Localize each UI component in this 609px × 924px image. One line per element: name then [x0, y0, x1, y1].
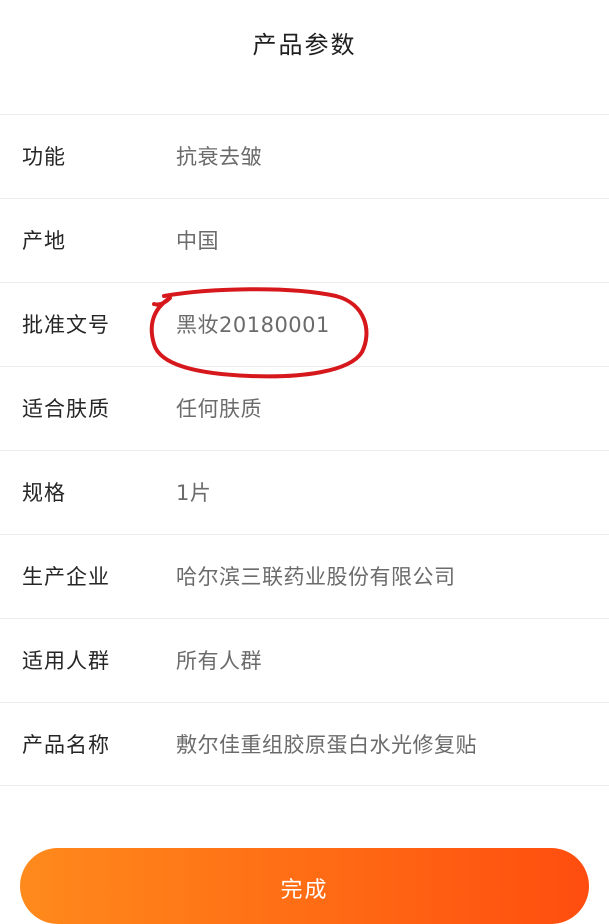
- param-row-product-name: 产品名称 敷尔佳重组胶原蛋白水光修复贴: [0, 702, 609, 786]
- param-value: 所有人群: [176, 649, 262, 673]
- param-label: 产品名称: [22, 733, 110, 757]
- param-label: 适用人群: [22, 649, 110, 673]
- product-params-sheet: 产品参数 功能 抗衰去皱 产地 中国 批准文号 黑妆20180001 适合肤质 …: [0, 0, 609, 924]
- param-value: 1片: [176, 481, 212, 505]
- param-label: 规格: [22, 481, 66, 505]
- param-row-approval-number: 批准文号 黑妆20180001: [0, 282, 609, 366]
- param-label: 产地: [22, 229, 66, 253]
- param-label: 生产企业: [22, 565, 110, 589]
- params-list: 功能 抗衰去皱 产地 中国 批准文号 黑妆20180001 适合肤质 任何肤质 …: [0, 114, 609, 786]
- param-row-origin: 产地 中国: [0, 198, 609, 282]
- sheet-header: 产品参数: [0, 0, 609, 84]
- param-row-manufacturer: 生产企业 哈尔滨三联药业股份有限公司: [0, 534, 609, 618]
- param-value: 敷尔佳重组胶原蛋白水光修复贴: [176, 733, 477, 757]
- param-row-skin-type: 适合肤质 任何肤质: [0, 366, 609, 450]
- param-value: 哈尔滨三联药业股份有限公司: [176, 565, 456, 589]
- param-value: 抗衰去皱: [176, 145, 262, 169]
- param-value: 中国: [176, 229, 219, 253]
- page-title: 产品参数: [252, 30, 357, 59]
- done-button[interactable]: 完成: [20, 848, 589, 924]
- param-value: 黑妆20180001: [176, 313, 330, 337]
- param-row-specification: 规格 1片: [0, 450, 609, 534]
- param-label: 批准文号: [22, 313, 110, 337]
- param-value: 任何肤质: [176, 397, 262, 421]
- param-label: 功能: [22, 145, 66, 169]
- param-label: 适合肤质: [22, 397, 110, 421]
- param-row-target-users: 适用人群 所有人群: [0, 618, 609, 702]
- param-row-function: 功能 抗衰去皱: [0, 114, 609, 198]
